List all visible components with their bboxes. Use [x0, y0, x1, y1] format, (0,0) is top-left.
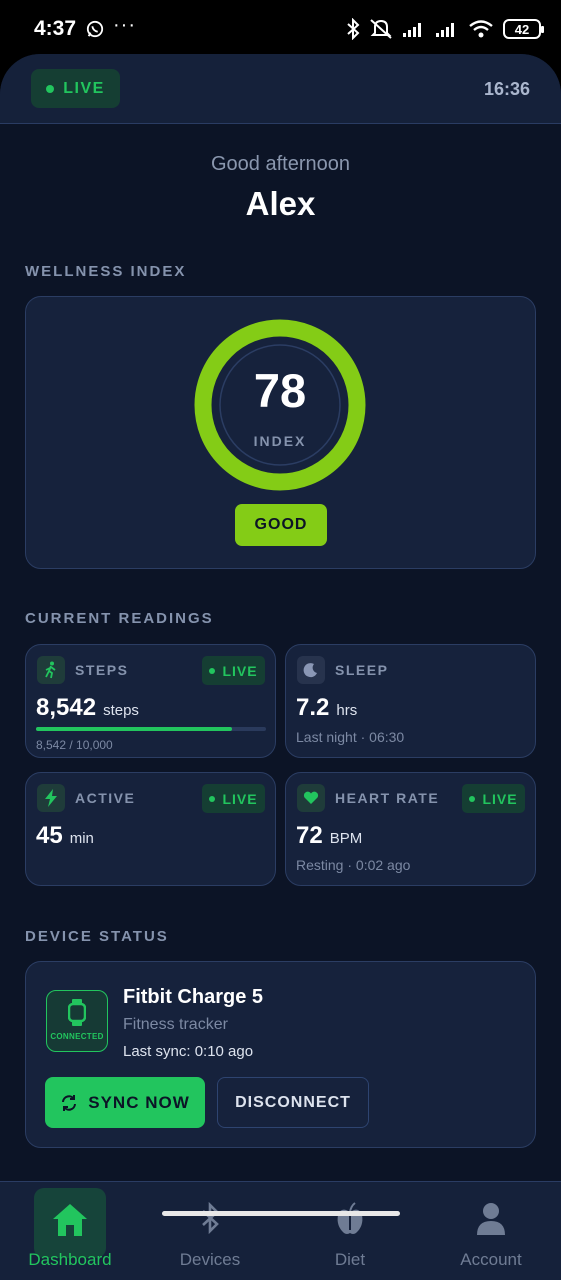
- active-title: ACTIVE: [75, 790, 136, 806]
- lightning-icon: [37, 784, 65, 812]
- nav-devices-label: Devices: [179, 1250, 241, 1269]
- person-icon: [477, 1203, 505, 1235]
- active-live-label: LIVE: [222, 790, 258, 807]
- sleep-subtext: Last night · 06:30: [296, 729, 405, 745]
- user-name: Alex: [245, 185, 316, 222]
- watch-icon: CONNECTED: [46, 990, 108, 1052]
- device-card: CONNECTED Fitbit Charge 5 Fitness tracke…: [25, 961, 536, 1148]
- wellness-card[interactable]: 78 INDEX GOOD: [25, 296, 536, 569]
- wellness-status-badge[interactable]: GOOD: [235, 504, 327, 546]
- device-connected-badge: CONNECTED: [50, 1032, 104, 1041]
- steps-title: STEPS: [75, 662, 129, 678]
- bottom-navigation: Dashboard Devices Diet Account: [0, 1181, 561, 1280]
- whatsapp-icon: [86, 20, 104, 38]
- steps-progress-bar: [36, 727, 266, 731]
- active-value: 45: [36, 822, 63, 849]
- status-time: 4:37: [34, 17, 77, 40]
- app-screen: LIVE 16:36 Good afternoon Alex WELLNESS …: [0, 54, 561, 1280]
- steps-progress-fill: [36, 727, 233, 731]
- steps-live-label: LIVE: [222, 662, 258, 679]
- heart-rate-value: 72: [296, 822, 323, 849]
- heart-rate-unit: BPM: [329, 830, 363, 847]
- heart-rate-card[interactable]: HEART RATE LIVE 72 BPM Resting · 0:02 ago: [285, 772, 536, 886]
- nav-devices[interactable]: Devices: [140, 1182, 280, 1280]
- nav-account-label: Account: [460, 1250, 522, 1269]
- battery-icon: 42: [503, 19, 544, 39]
- heart-live-label: LIVE: [482, 790, 518, 807]
- sleep-card[interactable]: SLEEP 7.2 hrs Last night · 06:30: [285, 644, 536, 758]
- sleep-title: SLEEP: [335, 662, 389, 678]
- live-badge-label: LIVE: [63, 79, 105, 97]
- apple-icon: [337, 1202, 363, 1234]
- disconnect-button[interactable]: DISCONNECT: [217, 1077, 369, 1128]
- live-dot-icon: [46, 84, 55, 93]
- greeting-text: Good afternoon: [211, 153, 350, 175]
- sleep-value: 7.2: [296, 694, 330, 721]
- device-type: Fitness tracker: [123, 1016, 228, 1033]
- nav-dashboard-label: Dashboard: [28, 1250, 112, 1269]
- live-dot-icon: [209, 795, 216, 802]
- device-section-label: DEVICE STATUS: [25, 928, 169, 945]
- walk-icon: [37, 656, 65, 684]
- heart-icon: [297, 784, 325, 812]
- live-dot-icon: [209, 667, 216, 674]
- sync-now-button[interactable]: SYNC NOW: [45, 1077, 205, 1128]
- gesture-home-bar[interactable]: [162, 1211, 400, 1216]
- home-icon: [53, 1204, 87, 1236]
- device-last-sync: Last sync: 0:10 ago: [123, 1043, 254, 1060]
- moon-icon: [297, 656, 325, 684]
- header-clock: 16:36: [483, 79, 530, 99]
- readings-section-label: CURRENT READINGS: [25, 610, 214, 627]
- bluetooth-icon: [202, 1202, 219, 1234]
- sync-now-label: SYNC NOW: [88, 1092, 190, 1112]
- wellness-score: 78: [253, 364, 307, 417]
- active-card[interactable]: ACTIVE LIVE 45 min: [25, 772, 276, 886]
- steps-value: 8,542: [36, 694, 97, 721]
- top-bar: LIVE 16:36: [0, 54, 561, 124]
- heart-rate-subtext: Resting · 0:02 ago: [296, 857, 411, 873]
- live-badge: LIVE: [31, 69, 120, 108]
- steps-progress-text: 8,542 / 10,000: [36, 738, 113, 752]
- heart-rate-title: HEART RATE: [335, 790, 440, 806]
- wellness-section-label: WELLNESS INDEX: [25, 263, 187, 280]
- mute-icon: [370, 19, 392, 39]
- nav-dashboard[interactable]: Dashboard: [0, 1182, 140, 1280]
- system-status-bar: 4:37 ··· 42: [0, 0, 561, 58]
- status-more-icon: ···: [113, 14, 136, 36]
- heart-live-badge: LIVE: [462, 784, 525, 813]
- nav-account[interactable]: Account: [421, 1182, 561, 1280]
- battery-level: 42: [514, 21, 530, 37]
- wellness-score-label: INDEX: [253, 433, 307, 449]
- nav-diet-label: Diet: [334, 1250, 366, 1269]
- active-unit: min: [69, 830, 94, 847]
- active-live-badge: LIVE: [202, 784, 265, 813]
- sleep-unit: hrs: [336, 702, 358, 719]
- steps-unit: steps: [103, 702, 139, 719]
- bluetooth-status-icon: [347, 18, 360, 40]
- wifi-icon: [469, 20, 493, 38]
- signal-icon-2: [436, 23, 454, 37]
- sync-icon: [62, 1094, 77, 1111]
- signal-icon: [403, 23, 421, 37]
- steps-live-badge: LIVE: [202, 656, 265, 685]
- nav-diet[interactable]: Diet: [280, 1182, 420, 1280]
- live-dot-icon: [469, 795, 476, 802]
- device-name: Fitbit Charge 5: [123, 986, 264, 1008]
- steps-card[interactable]: STEPS LIVE 8,542 steps 8,542 / 10,000: [25, 644, 276, 758]
